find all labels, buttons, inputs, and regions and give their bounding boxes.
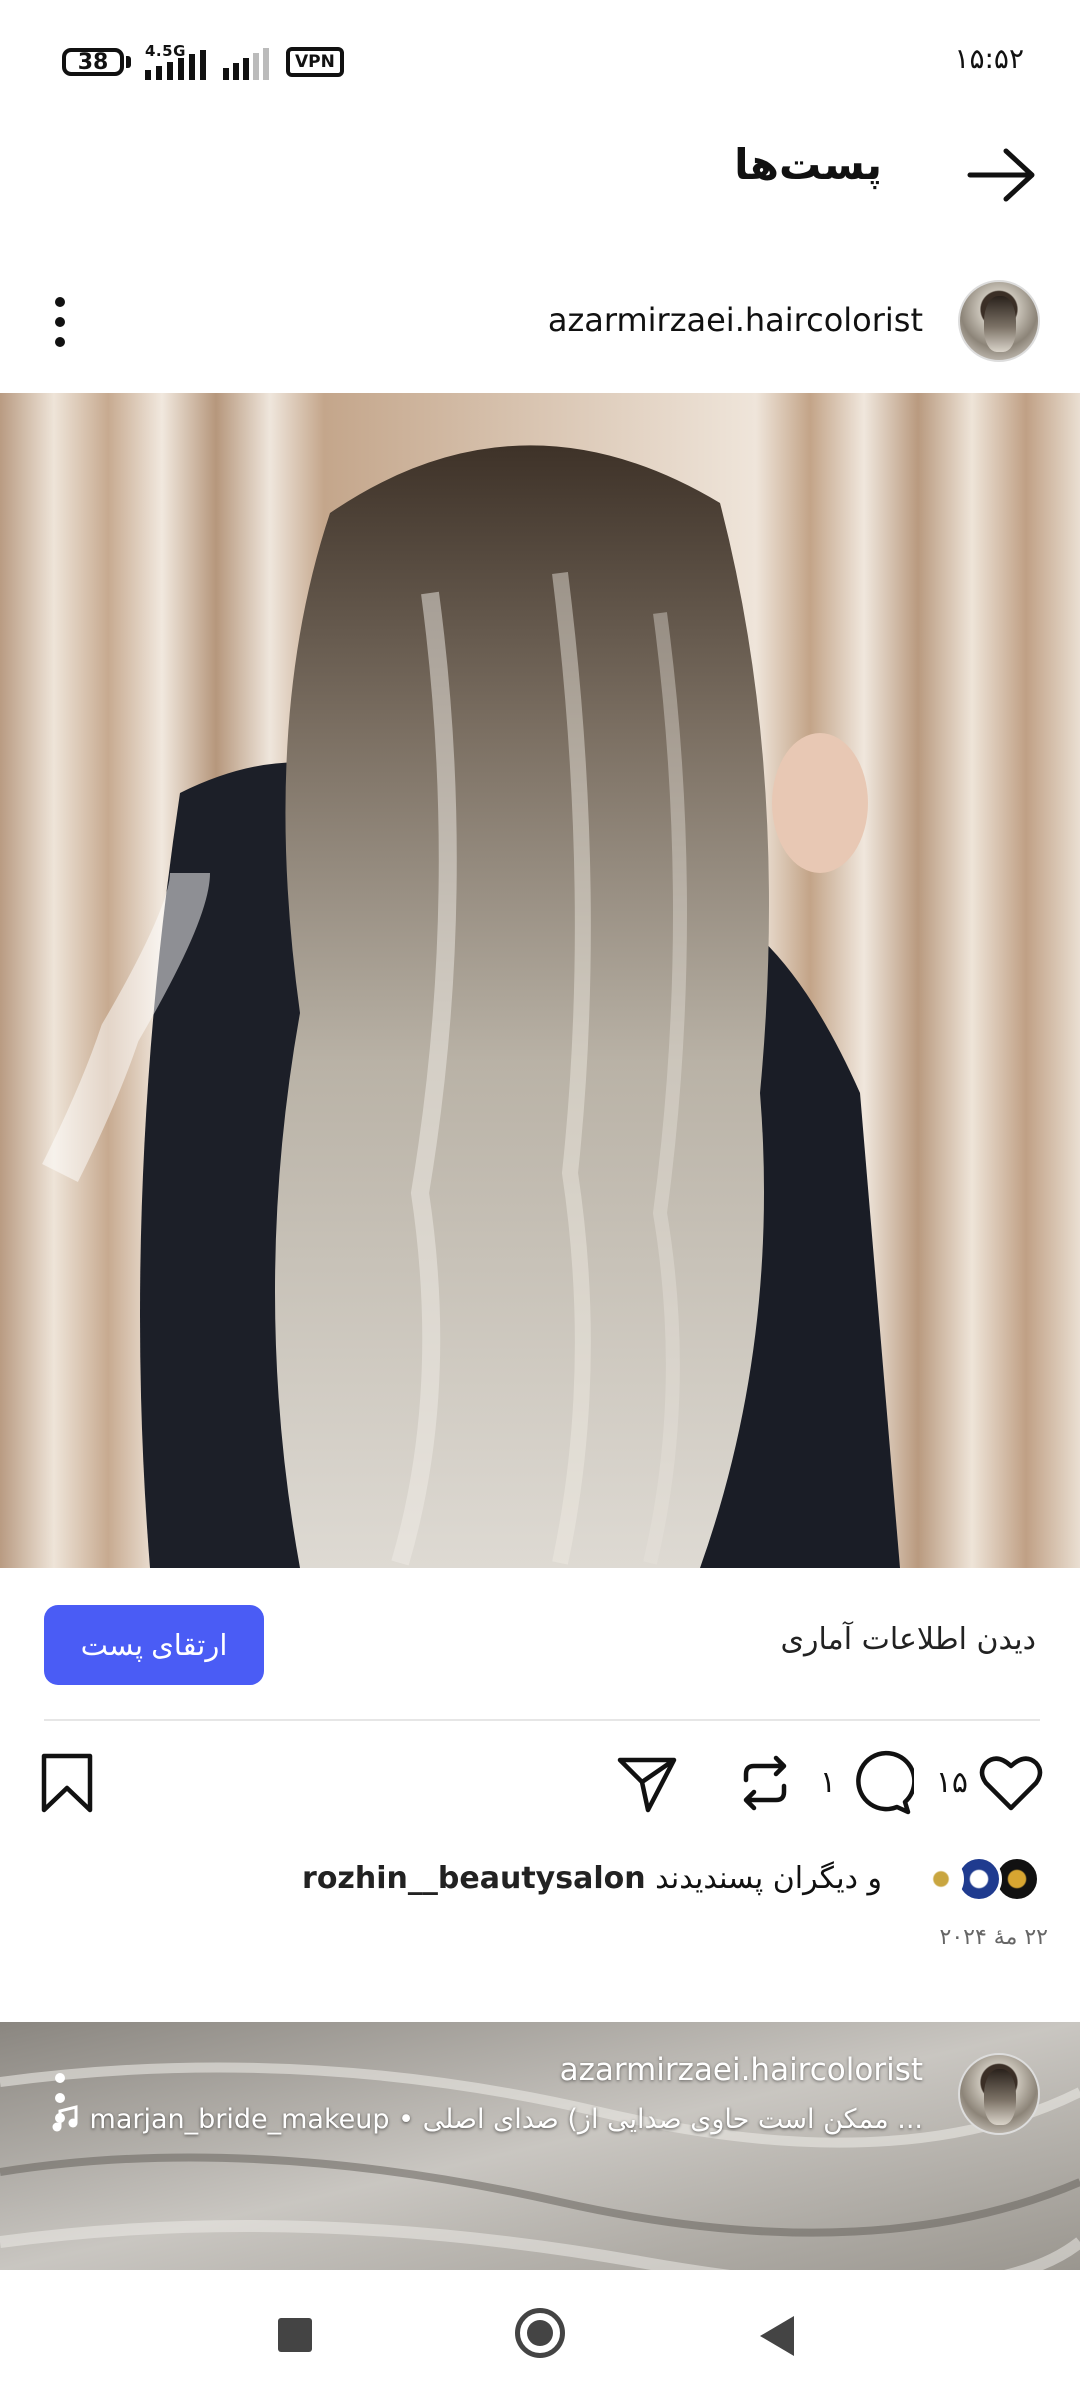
avatar[interactable]: [958, 2053, 1040, 2135]
share-icon[interactable]: [614, 1750, 680, 1816]
divider: [44, 1719, 1040, 1721]
liked-by-suffix: و دیگران پسندیدند: [655, 1861, 882, 1896]
clock: ۱۵:۵۲: [954, 42, 1024, 75]
repost-icon[interactable]: [732, 1750, 798, 1816]
boost-post-button[interactable]: ارتقای پست: [44, 1605, 264, 1685]
bookmark-icon[interactable]: [34, 1750, 100, 1816]
comment-icon[interactable]: [848, 1750, 914, 1816]
battery-icon: 38: [62, 48, 124, 76]
more-icon[interactable]: [52, 296, 68, 348]
view-insights-link[interactable]: دیدن اطلاعات آماری: [781, 1622, 1036, 1657]
battery-tip: [126, 56, 131, 68]
signal-icon: [223, 48, 269, 80]
audio-text: ... ممکن است حاوی صدایی از) صدای اصلی • …: [89, 2104, 923, 2135]
vpn-badge: VPN: [286, 47, 344, 77]
back-icon[interactable]: [760, 2316, 794, 2356]
reel-audio[interactable]: ... ممکن است حاوی صدایی از) صدای اصلی • …: [50, 2104, 923, 2135]
post-photo[interactable]: [0, 393, 1080, 1568]
battery-level: 38: [77, 49, 109, 75]
comments-count[interactable]: ۱: [820, 1765, 836, 1800]
liked-by-user[interactable]: rozhin__beautysalon: [302, 1861, 646, 1896]
post-date: ۲۲ مهٔ ۲۰۲۴: [939, 1925, 1048, 1950]
reel-username[interactable]: azarmirzaei.haircolorist: [560, 2052, 923, 2088]
liked-by-text[interactable]: و دیگران پسندیدند rozhin__beautysalon: [302, 1861, 882, 1896]
arrow-right-icon[interactable]: [966, 145, 1038, 205]
liker-avatar[interactable]: [918, 1856, 964, 1902]
home-icon[interactable]: [515, 2308, 565, 2358]
avatar[interactable]: [958, 280, 1040, 362]
recents-icon[interactable]: [278, 2318, 312, 2352]
page-title: پست‌ها: [734, 140, 882, 189]
likes-count[interactable]: ۱۵: [936, 1765, 968, 1800]
heart-icon[interactable]: [978, 1750, 1044, 1816]
more-icon[interactable]: [52, 2072, 68, 2124]
post-username[interactable]: azarmirzaei.haircolorist: [548, 301, 923, 339]
signal-icon: [145, 50, 206, 80]
